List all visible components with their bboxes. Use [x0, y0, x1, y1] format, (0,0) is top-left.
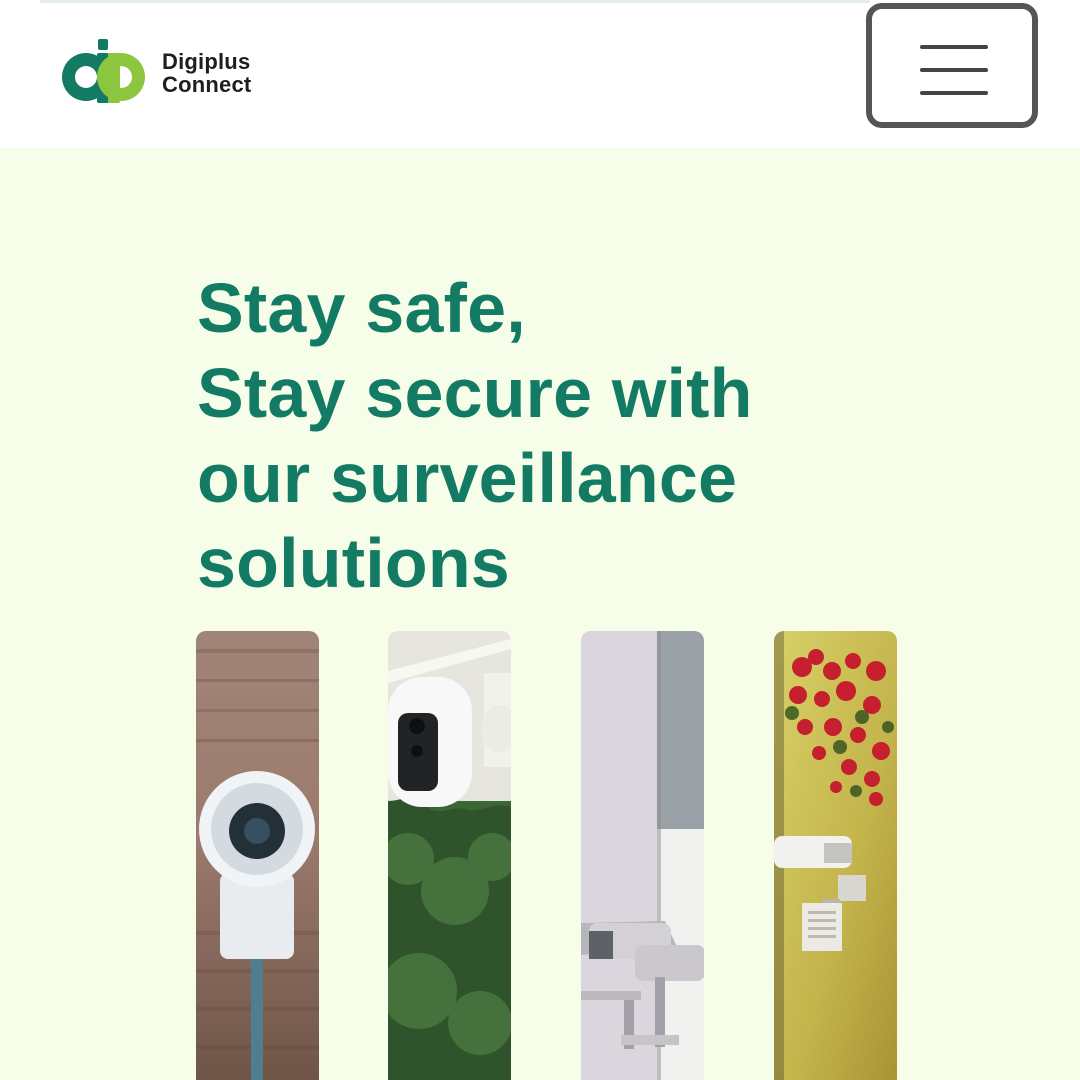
top-strip	[40, 0, 870, 3]
logo-text: Digiplus Connect	[162, 50, 251, 96]
gallery-image-building-cameras	[581, 631, 704, 1080]
page: Digiplus Connect Stay safe, Stay secure …	[0, 0, 1080, 1080]
gallery-image-outdoor-camera	[388, 631, 511, 1080]
logo-name-line1: Digiplus	[162, 49, 251, 74]
building-cameras-image	[581, 631, 704, 1080]
hamburger-icon	[920, 45, 988, 95]
logo[interactable]: Digiplus Connect	[56, 38, 251, 108]
hero-title-line-2: Stay secure with	[197, 354, 753, 432]
yellow-wall-camera-image	[774, 631, 897, 1080]
gallery-image-dome-camera	[196, 631, 319, 1080]
dome-camera-image	[196, 631, 319, 1080]
site-header: Digiplus Connect	[0, 0, 1080, 148]
digiplus-logo-icon	[62, 39, 145, 103]
menu-button[interactable]	[866, 3, 1038, 128]
hero-title-line-1: Stay safe,	[197, 269, 526, 347]
hero-title-line-3: our surveillance	[197, 439, 738, 517]
outdoor-camera-image	[388, 631, 511, 1080]
image-gallery	[0, 631, 1080, 1080]
gallery-image-yellow-wall-camera	[774, 631, 897, 1080]
hero-title: Stay safe, Stay secure with our surveill…	[197, 266, 837, 606]
logo-name-line2: Connect	[162, 72, 252, 97]
hero-title-line-4: solutions	[197, 524, 510, 602]
